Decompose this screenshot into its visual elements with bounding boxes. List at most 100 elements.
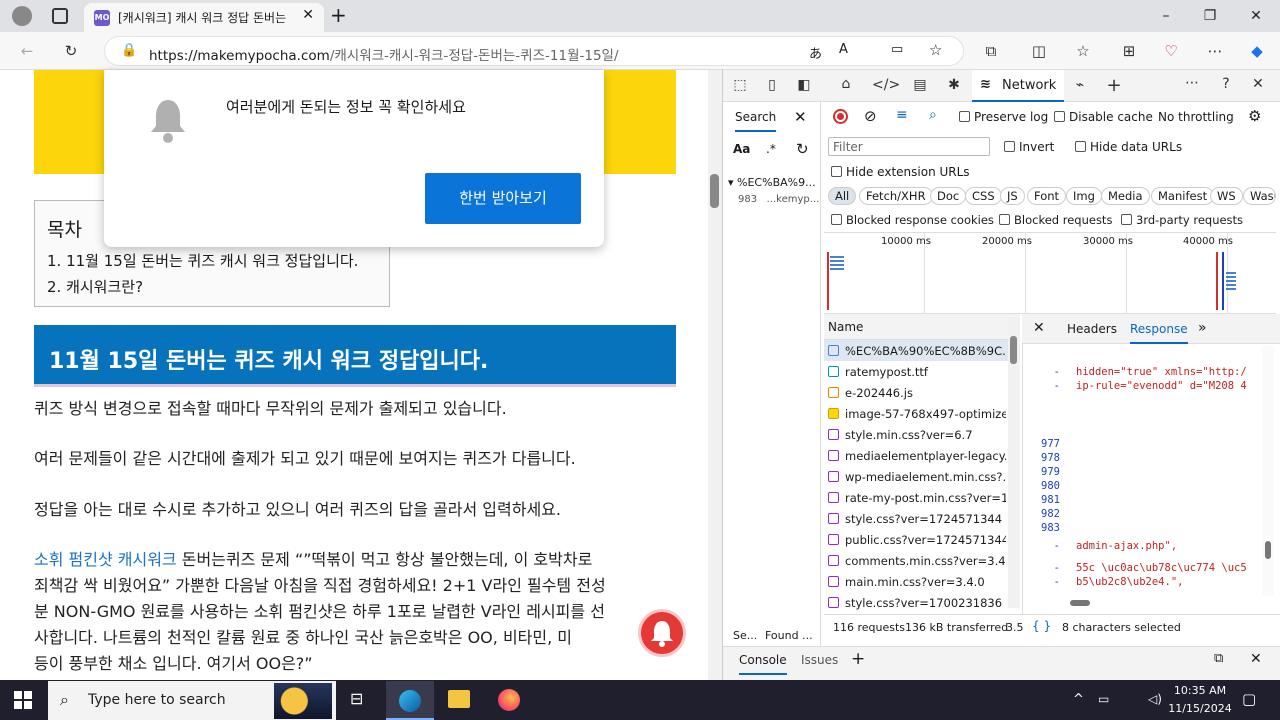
maximize-icon[interactable]: ❐ (1190, 4, 1230, 28)
tab-network[interactable]: Network ≋ (972, 70, 1064, 102)
tab-actions-icon[interactable] (52, 8, 68, 24)
chip-css[interactable]: CSS (965, 187, 1002, 205)
performance-icon[interactable]: ⌁ (1068, 77, 1092, 93)
settings-icon[interactable]: ⚙ (1248, 107, 1261, 125)
collections-icon[interactable]: ⊞ (1118, 40, 1140, 62)
clear-icon[interactable]: ⊘ (864, 107, 877, 125)
drawer-tab-issues[interactable]: Issues (801, 653, 838, 667)
code-scrollbar[interactable] (1262, 346, 1274, 596)
close-devtools-icon[interactable]: ✕ (1246, 76, 1270, 92)
performance-icon[interactable]: ♡ (1160, 40, 1182, 62)
search-result-line[interactable]: 983 ...kemyp... (738, 194, 819, 205)
request-row[interactable]: %EC%BA%90%EC%8B%9C... (828, 344, 1006, 358)
request-row[interactable]: e-202446.js (828, 386, 1006, 400)
task-view-icon[interactable]: ⊟ (350, 689, 363, 708)
disable-cache-checkbox[interactable]: Disable cache (1054, 110, 1153, 124)
minimize-icon[interactable]: – (1146, 4, 1186, 28)
taskbar-search[interactable]: ⌕ Type here to search (48, 681, 336, 720)
more-tabs-icon[interactable]: » (1198, 320, 1207, 336)
chip-all[interactable]: All (828, 187, 857, 205)
refresh-icon[interactable]: ↻ (60, 40, 82, 62)
chip-wasm[interactable]: Wasm (1243, 187, 1276, 205)
search-result-file[interactable]: ▾ %EC%BA%9... (728, 176, 816, 189)
chip-media[interactable]: Media (1101, 187, 1150, 205)
close-window-icon[interactable]: ✕ (1236, 4, 1276, 28)
copilot-icon[interactable]: ◆ (1246, 40, 1268, 62)
device-toolbar-icon[interactable]: ▯ (760, 77, 784, 93)
chip-ws[interactable]: WS (1210, 187, 1243, 205)
console-icon[interactable]: ▤ (908, 77, 932, 93)
elements-icon[interactable]: </> (872, 77, 900, 93)
request-row[interactable]: main.min.css?ver=3.4.0 (828, 575, 1006, 589)
close-tab-icon[interactable]: ✕ (302, 7, 314, 23)
tab-response[interactable]: Response (1130, 322, 1188, 344)
hide-data-urls-checkbox[interactable]: Hide data URLs (1075, 140, 1182, 154)
regex-icon[interactable]: .* (766, 142, 776, 156)
request-row[interactable]: style.css?ver=1724571344 (828, 512, 1006, 526)
request-row[interactable]: style.min.css?ver=6.7 (828, 428, 1006, 442)
browser-tab[interactable]: MO [캐시워크] 캐시 워크 정답 돈버는 ✕ (84, 3, 324, 32)
tab-headers[interactable]: Headers (1067, 322, 1117, 336)
product-link[interactable]: 소휘 펌킨샷 캐시워크 (34, 550, 177, 569)
refresh-search-icon[interactable]: ↻ (796, 140, 809, 158)
close-drawer-icon[interactable]: ✕ (1250, 651, 1262, 667)
address-bar[interactable]: 🔒 https://makemypocha.com/캐시워크-캐시-워크-정답-… (104, 36, 964, 66)
throttling-select[interactable]: No throttling (1158, 110, 1234, 124)
split-screen-icon[interactable]: ◫ (1028, 40, 1050, 62)
response-code[interactable]: - hidden="true" xmlns="http:/ - ip-rule="ev… (1024, 346, 1268, 596)
url-text[interactable]: https://makemypocha.com/캐시워크-캐시-워크-정답-돈버… (149, 44, 619, 64)
close-search-icon[interactable]: ✕ (794, 108, 807, 126)
dock-icon[interactable]: ◧ (792, 77, 816, 93)
new-tab-icon[interactable]: + (330, 3, 347, 27)
add-tab-icon[interactable]: + (1102, 75, 1126, 96)
request-row[interactable]: ratemypost.ttf (828, 365, 1006, 379)
chip-manifest[interactable]: Manifest (1151, 187, 1215, 205)
file-explorer-icon[interactable] (448, 690, 470, 708)
chip-doc[interactable]: Doc (930, 187, 967, 205)
favorite-star-icon[interactable]: ☆ (929, 41, 942, 59)
request-list-scrollbar[interactable] (1008, 318, 1020, 608)
chip-img[interactable]: Img (1066, 187, 1102, 205)
undock-drawer-icon[interactable]: ⧉ (1214, 651, 1223, 666)
request-row[interactable]: style.css?ver=1700231836 (828, 596, 1006, 610)
request-row[interactable]: wp-mediaelement.min.css?... (828, 470, 1006, 484)
search-icon[interactable]: ⌕ (929, 107, 937, 123)
record-icon[interactable] (833, 109, 848, 124)
request-row[interactable]: comments.min.css?ver=3.4.0 (828, 554, 1006, 568)
match-case-icon[interactable]: Aa (733, 142, 750, 156)
drawer-tab-console[interactable]: Console (739, 653, 787, 675)
blocked-requests-checkbox[interactable]: Blocked requests (999, 213, 1112, 227)
inspect-icon[interactable]: ⬚ (728, 77, 752, 93)
format-icon[interactable]: { } (1032, 619, 1051, 633)
invert-checkbox[interactable]: Invert (1004, 140, 1054, 154)
clock-time[interactable]: 10:35 AM (1170, 684, 1230, 697)
chip-font[interactable]: Font (1027, 187, 1067, 205)
request-row[interactable]: image-57-768x497-optimize... (828, 407, 1006, 421)
tray-chevron-icon[interactable]: ^ (1073, 692, 1084, 707)
toc-item-2[interactable]: 2. 캐시워크란? (47, 276, 143, 297)
extensions-icon[interactable]: ⧉ (980, 40, 1002, 62)
notification-bell-button[interactable] (638, 609, 686, 657)
volume-icon[interactable]: ◁) (1148, 692, 1162, 706)
close-details-icon[interactable]: ✕ (1033, 320, 1045, 336)
favorites-icon[interactable]: ☆ (1072, 40, 1094, 62)
notifications-icon[interactable]: ▢ (1242, 690, 1256, 708)
sources-icon[interactable]: ✱ (942, 77, 966, 93)
toc-item-1[interactable]: 1. 11월 15일 돈버는 퀴즈 캐시 워크 정답입니다. (47, 250, 358, 271)
request-row[interactable]: mediaelementplayer-legacy... (828, 449, 1006, 463)
back-icon[interactable]: ← (16, 40, 38, 62)
chip-js[interactable]: JS (1000, 187, 1025, 205)
more-menu-icon[interactable]: ⋯ (1204, 40, 1226, 62)
read-aloud-icon[interactable]: A (839, 42, 848, 57)
subscribe-button[interactable]: 한번 받아보기 (425, 173, 581, 224)
blocked-cookies-checkbox[interactable]: Blocked response cookies (831, 213, 994, 227)
name-column-header[interactable]: Name (824, 314, 1020, 340)
preserve-log-checkbox[interactable]: Preserve log (959, 110, 1048, 124)
profile-icon[interactable] (12, 6, 32, 26)
help-icon[interactable]: ? (1214, 76, 1238, 92)
code-hscrollbar[interactable] (1060, 598, 1250, 608)
chip-fetch-xhr[interactable]: Fetch/XHR (859, 187, 933, 205)
clock-date[interactable]: 11/15/2024 (1166, 702, 1234, 715)
scrollbar-thumb[interactable] (710, 174, 719, 208)
network-icon[interactable]: ▭ (1098, 692, 1109, 706)
